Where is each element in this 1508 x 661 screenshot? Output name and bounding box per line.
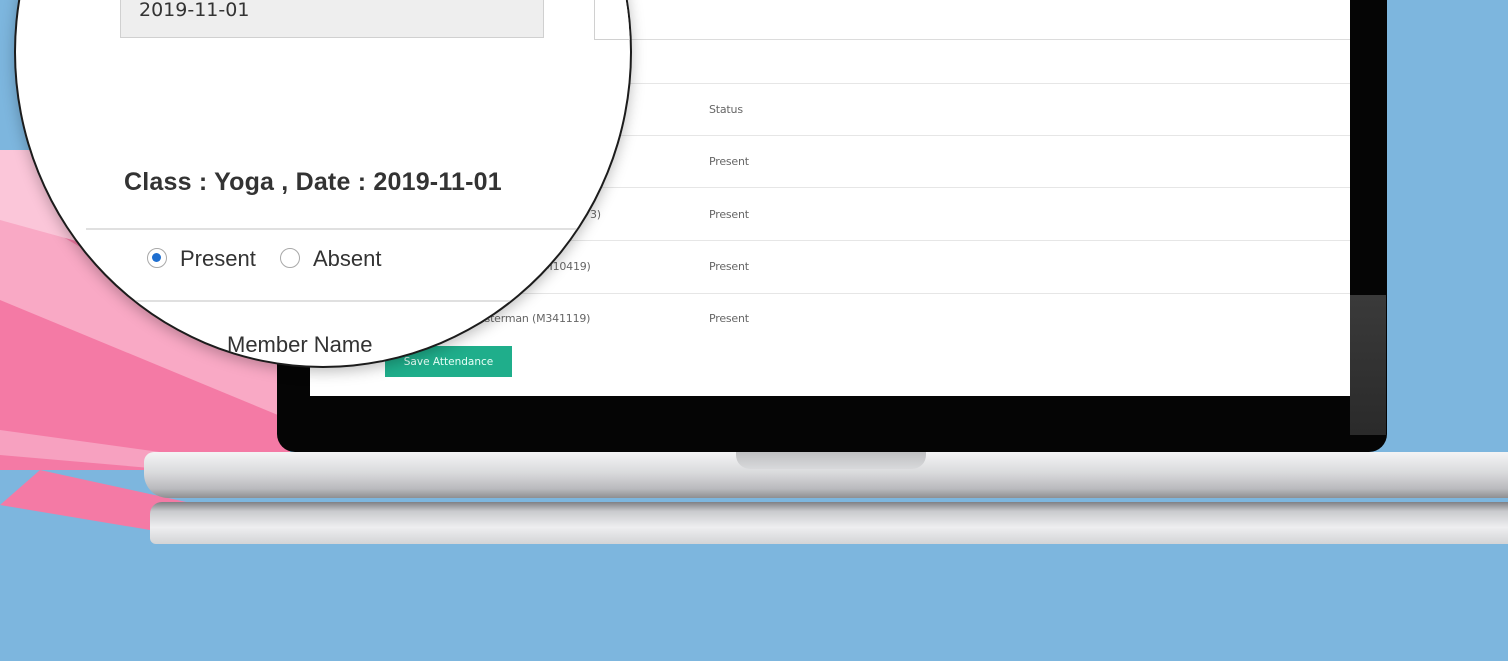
secondary-field[interactable]	[594, 0, 630, 40]
class-date-heading: Class : Yoga , Date : 2019-11-01	[124, 168, 502, 196]
status-cell: Present	[709, 155, 749, 168]
radio-selected-dot	[152, 253, 161, 262]
status-column-header: Status	[709, 103, 743, 116]
bezel-shade	[1350, 295, 1386, 435]
filter-input[interactable]	[593, 0, 1350, 40]
absent-radio[interactable]	[280, 248, 300, 268]
divider	[86, 300, 630, 302]
divider	[86, 228, 630, 230]
present-radio-label[interactable]: Present	[180, 246, 256, 272]
absent-radio-label[interactable]: Absent	[313, 246, 382, 272]
laptop-base-bottom	[150, 502, 1508, 544]
member-name-header: Member Name	[227, 332, 373, 357]
status-cell: Present	[709, 208, 749, 221]
status-cell: Present	[709, 260, 749, 273]
date-field[interactable]: 2019-11-01	[120, 0, 544, 38]
laptop-notch	[736, 452, 926, 469]
status-cell: Present	[709, 312, 749, 325]
present-radio[interactable]	[147, 248, 167, 268]
member-cell: 3)	[590, 208, 601, 221]
